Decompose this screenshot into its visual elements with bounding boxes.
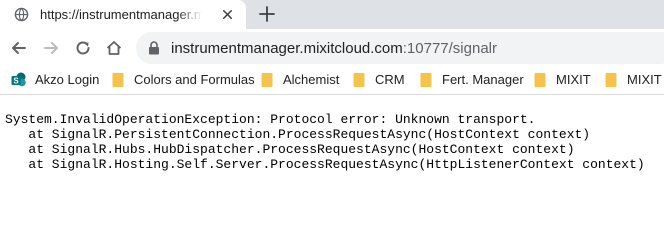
bookmark-label: Alchemist <box>283 72 340 87</box>
back-arrow-icon[interactable] <box>10 39 28 57</box>
folder-icon <box>261 73 273 87</box>
stack-trace-line: at SignalR.Hosting.Self.Server.ProcessRe… <box>5 157 645 172</box>
url-path: :10777/signalr <box>402 40 497 57</box>
new-tab-icon[interactable] <box>258 5 276 23</box>
bookmark-label: MIXIT F <box>627 72 664 87</box>
reload-icon[interactable] <box>74 39 92 57</box>
folder-icon <box>605 73 617 87</box>
folder-icon <box>420 73 432 87</box>
bookmark-label: Colors and Formulas <box>134 72 255 87</box>
tab-strip: https://instrumentmanager.mixitcloud.com… <box>0 0 664 29</box>
bookmark-label: MIXIT <box>556 72 591 87</box>
browser-tab[interactable]: https://instrumentmanager.mixitcloud.com… <box>0 0 246 29</box>
folder-icon <box>353 73 365 87</box>
folder-icon <box>534 73 546 87</box>
bookmarks-bar: S Akzo Login Colors and Formulas Alchemi… <box>0 66 664 95</box>
bookmark-mixit-f[interactable]: MIXIT F <box>603 71 664 89</box>
address-bar[interactable]: instrumentmanager.mixitcloud.com:10777/s… <box>136 32 664 64</box>
bookmark-label: Fert. Manager <box>442 72 524 87</box>
forward-arrow-icon[interactable] <box>42 39 60 57</box>
stack-trace-line: at SignalR.PersistentConnection.ProcessR… <box>5 127 591 142</box>
close-tab-icon[interactable] <box>220 7 235 22</box>
error-stack-trace: System.InvalidOperationException: Protoc… <box>5 112 660 172</box>
home-icon[interactable] <box>105 39 123 57</box>
lock-icon[interactable] <box>148 41 160 55</box>
sharepoint-icon: S <box>11 72 26 87</box>
globe-icon <box>14 7 29 22</box>
bookmark-label: CRM <box>375 72 405 87</box>
browser-toolbar: instrumentmanager.mixitcloud.com:10777/s… <box>0 29 664 66</box>
tab-title: https://instrumentmanager.mixitcloud.com… <box>40 7 202 22</box>
url-text[interactable]: instrumentmanager.mixitcloud.com:10777/s… <box>171 40 497 57</box>
svg-text:S: S <box>13 76 19 85</box>
url-host: instrumentmanager.mixitcloud.com <box>171 40 403 57</box>
stack-trace-line: at SignalR.Hubs.HubDispatcher.ProcessReq… <box>5 142 575 157</box>
error-message-line: System.InvalidOperationException: Protoc… <box>5 112 536 127</box>
bookmark-label: Akzo Login <box>35 72 100 87</box>
folder-icon <box>112 73 124 87</box>
